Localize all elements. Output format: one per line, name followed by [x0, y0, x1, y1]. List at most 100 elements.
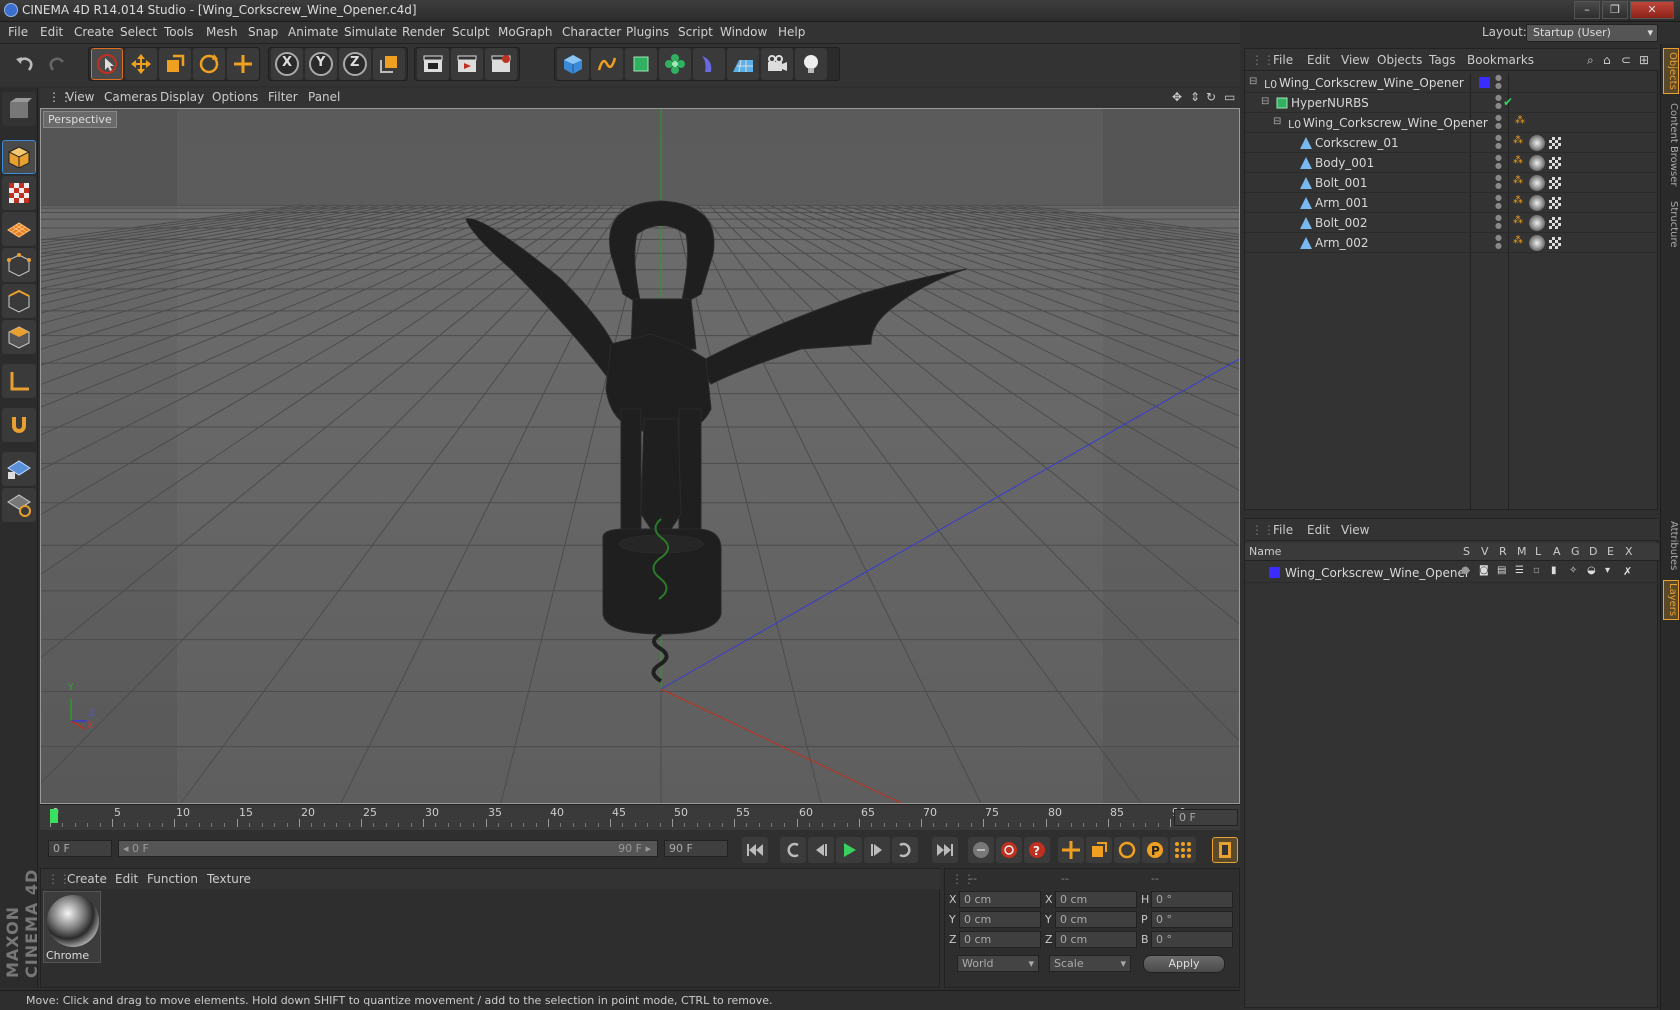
rotation-p-field[interactable]: 0 °: [1151, 911, 1233, 928]
layer-color-swatch[interactable]: [1479, 77, 1490, 88]
solo-icon[interactable]: ●: [1461, 565, 1470, 576]
maximize-view-icon[interactable]: ▭: [1224, 90, 1235, 104]
tab-structure[interactable]: Structure: [1663, 196, 1679, 252]
visibility-dots[interactable]: ● ●: [1495, 174, 1502, 190]
timeline-ruler[interactable]: 051015202530354045505560657075808590 0 F: [40, 804, 1240, 830]
eye-icon[interactable]: ◙: [1479, 565, 1489, 576]
vp-menu-cameras[interactable]: Cameras: [104, 90, 157, 104]
key-scale-button[interactable]: [1086, 837, 1112, 863]
vp-menu-view[interactable]: View: [66, 90, 94, 104]
axis-mode-button[interactable]: [2, 364, 36, 398]
collapse-icon[interactable]: ⊟: [1261, 96, 1269, 107]
vp-menu-filter[interactable]: Filter: [268, 90, 298, 104]
obj-menu-tags[interactable]: Tags: [1429, 53, 1456, 67]
layer-row[interactable]: Wing_Corkscrew_Wine_Opener ● ◙ ▤ ☰ ▫ ▮ ✧…: [1245, 563, 1659, 583]
layer-col-view[interactable]: V: [1481, 545, 1489, 558]
layer-col-locked[interactable]: L: [1535, 545, 1541, 558]
texture-tag-icon[interactable]: [1549, 157, 1561, 169]
key-rotation-button[interactable]: [1114, 837, 1140, 863]
tab-layers[interactable]: Layers: [1663, 580, 1679, 620]
goto-next-key-button[interactable]: [892, 837, 918, 863]
menu-select[interactable]: Select: [120, 25, 157, 39]
menu-tools[interactable]: Tools: [164, 25, 194, 39]
material-tag-icon[interactable]: [1529, 195, 1545, 211]
perspective-viewport[interactable]: Perspective Y X Z: [40, 108, 1240, 804]
object-row[interactable]: ⊟ L0 Wing_Corkscrew_Wine_Opener ● ● ⁂: [1245, 113, 1659, 133]
redo-button[interactable]: [42, 48, 74, 80]
object-row[interactable]: ⊟ L0 Wing_Corkscrew_Wine_Opener ● ●: [1245, 73, 1659, 93]
lock-icon[interactable]: ▫: [1533, 565, 1540, 576]
y-axis-button[interactable]: Y: [305, 48, 337, 80]
menu-character[interactable]: Character: [562, 25, 621, 39]
x-axis-button[interactable]: X: [271, 48, 303, 80]
obj-menu-objects[interactable]: Objects: [1377, 53, 1422, 67]
phong-tag-icon[interactable]: ⁂: [1513, 195, 1523, 206]
animation-icon[interactable]: ▮: [1551, 565, 1557, 576]
xref-icon[interactable]: ✗: [1623, 565, 1632, 578]
texture-tag-icon[interactable]: [1549, 237, 1561, 249]
layer-col-expressions[interactable]: E: [1607, 545, 1614, 558]
phong-tag-icon[interactable]: ⁂: [1513, 135, 1523, 146]
mat-menu-create[interactable]: Create: [67, 872, 107, 886]
menu-file[interactable]: File: [8, 25, 28, 39]
position-x-field[interactable]: 0 cm: [959, 891, 1041, 908]
menu-render[interactable]: Render: [402, 25, 445, 39]
preview-range-slider[interactable]: ◂ 0 F 90 F ▸: [118, 840, 658, 857]
material-tag-icon[interactable]: [1529, 235, 1545, 251]
position-z-field[interactable]: 0 cm: [959, 931, 1041, 948]
size-y-field[interactable]: 0 cm: [1055, 911, 1137, 928]
mat-menu-edit[interactable]: Edit: [115, 872, 138, 886]
keyframe-selection-button[interactable]: ?: [1024, 837, 1050, 863]
mat-menu-function[interactable]: Function: [147, 872, 198, 886]
material-tag-icon[interactable]: [1529, 155, 1545, 171]
phong-tag-icon[interactable]: ⁂: [1515, 115, 1525, 126]
points-mode-button[interactable]: [2, 248, 36, 282]
apply-button[interactable]: Apply: [1143, 955, 1225, 973]
menu-mograph[interactable]: MoGraph: [498, 25, 553, 39]
material-chrome[interactable]: Chrome: [43, 891, 101, 963]
visibility-dots[interactable]: ● ●: [1495, 194, 1502, 210]
visibility-dots[interactable]: ● ●: [1495, 134, 1502, 150]
menu-script[interactable]: Script: [678, 25, 713, 39]
expression-icon[interactable]: ▾: [1605, 565, 1610, 576]
search-icon[interactable]: ⌕: [1587, 53, 1594, 68]
new-window-icon[interactable]: ⊞: [1639, 53, 1649, 67]
layer-col-solo[interactable]: S: [1463, 545, 1470, 558]
layer-col-deformers[interactable]: D: [1589, 545, 1597, 558]
phong-tag-icon[interactable]: ⁂: [1513, 155, 1523, 166]
material-tag-icon[interactable]: [1529, 215, 1545, 231]
current-frame-field[interactable]: 0 F: [1174, 809, 1238, 826]
object-row[interactable]: ⊟ HyperNURBS ● ● ✔: [1245, 93, 1659, 113]
size-mode-select[interactable]: Scale ▾: [1049, 955, 1131, 972]
layer-menu-edit[interactable]: Edit: [1307, 523, 1330, 537]
minimize-button[interactable]: –: [1574, 1, 1600, 19]
array-button[interactable]: [659, 48, 691, 80]
next-frame-button[interactable]: [864, 837, 890, 863]
visibility-dots[interactable]: ● ●: [1495, 94, 1502, 110]
dolly-icon[interactable]: ⇕: [1190, 90, 1200, 104]
deformer-icon[interactable]: ◒: [1587, 565, 1596, 576]
edges-mode-button[interactable]: [2, 284, 36, 318]
key-parameter-button[interactable]: P: [1142, 837, 1168, 863]
rotate-tool-button[interactable]: [193, 48, 225, 80]
polygons-mode-button[interactable]: [2, 320, 36, 354]
menu-plugins[interactable]: Plugins: [626, 25, 669, 39]
tab-content-browser[interactable]: Content Browser: [1663, 100, 1679, 190]
texture-tag-icon[interactable]: [1549, 217, 1561, 229]
position-y-field[interactable]: 0 cm: [959, 911, 1041, 928]
visibility-dots[interactable]: ● ●: [1495, 154, 1502, 170]
snapping-settings-button[interactable]: [2, 488, 36, 522]
key-position-button[interactable]: [1058, 837, 1084, 863]
camera-button[interactable]: [761, 48, 793, 80]
model-mode-button[interactable]: [2, 140, 36, 174]
texture-tag-icon[interactable]: [1549, 137, 1561, 149]
vp-menu-panel[interactable]: Panel: [308, 90, 340, 104]
layer-col-animation[interactable]: A: [1553, 545, 1561, 558]
texture-tag-icon[interactable]: [1549, 177, 1561, 189]
menu-window[interactable]: Window: [720, 25, 767, 39]
environment-button[interactable]: [727, 48, 759, 80]
menu-edit[interactable]: Edit: [40, 25, 63, 39]
orbit-icon[interactable]: ↻: [1206, 90, 1216, 104]
menu-create[interactable]: Create: [74, 25, 114, 39]
size-x-field[interactable]: 0 cm: [1055, 891, 1137, 908]
